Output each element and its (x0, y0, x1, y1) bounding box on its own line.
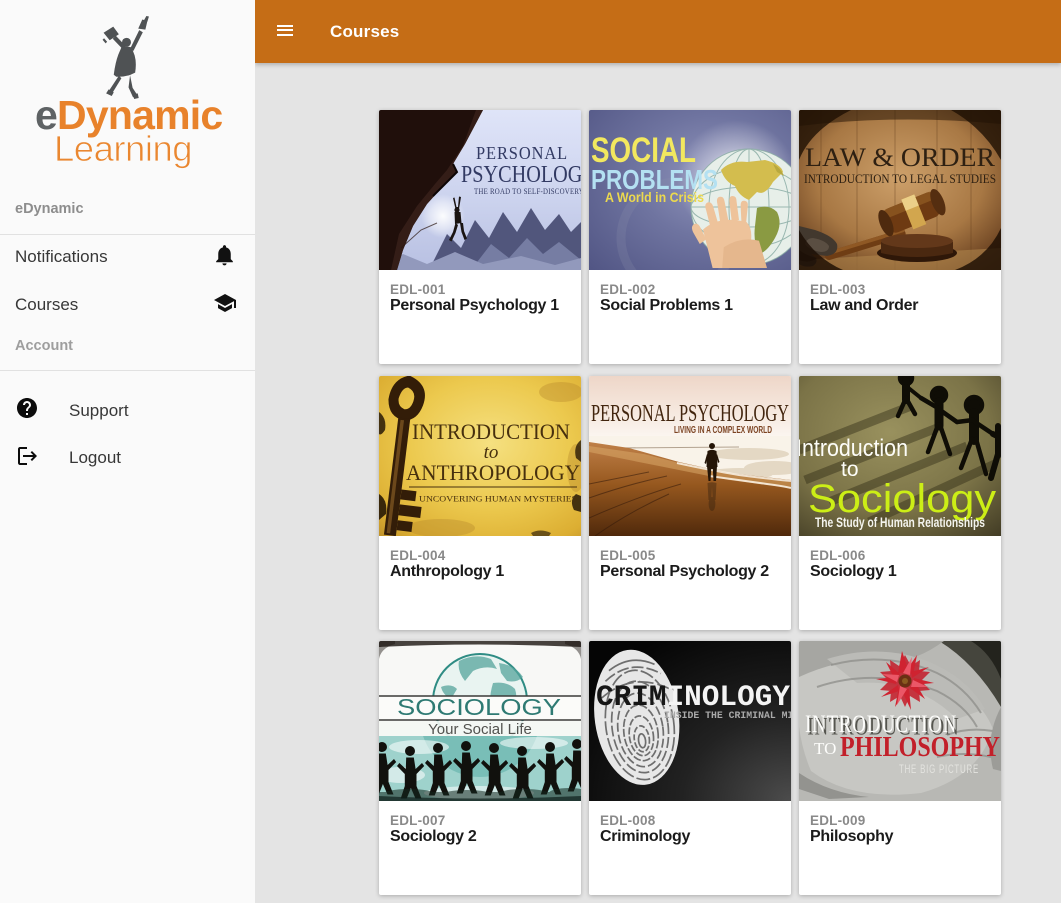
svg-text:INSIDE THE CRIMINAL MIND: INSIDE THE CRIMINAL MIND (664, 710, 791, 721)
svg-text:PSYCHOLOGY: PSYCHOLOGY (461, 162, 581, 188)
svg-text:The Study of Human Relationshi: The Study of Human Relationships (815, 515, 985, 530)
svg-text:THE BIG PICTURE: THE BIG PICTURE (899, 762, 979, 776)
svg-text:LIVING IN A COMPLEX WORLD: LIVING IN A COMPLEX WORLD (674, 425, 772, 436)
svg-text:INTRODUCTION: INTRODUCTION (412, 419, 570, 444)
svg-text:PERSONAL PSYCHOLOGY: PERSONAL PSYCHOLOGY (591, 401, 789, 427)
svg-text:UNCOVERING HUMAN MYSTERIES: UNCOVERING HUMAN MYSTERIES (419, 495, 577, 504)
svg-text:THE ROAD TO SELF-DISCOVERY: THE ROAD TO SELF-DISCOVERY (474, 187, 581, 196)
svg-text:SOCIOLOGY: SOCIOLOGY (397, 694, 561, 720)
svg-text:ANTHROPOLOGY: ANTHROPOLOGY (406, 460, 580, 485)
svg-text:Your Social Life: Your Social Life (428, 721, 532, 738)
svg-text:TO: TO (814, 739, 836, 758)
svg-text:A World in Crisis: A World in Crisis (605, 190, 704, 205)
svg-text:PERSONAL: PERSONAL (476, 143, 568, 163)
svg-text:LAW & ORDER: LAW & ORDER (805, 143, 996, 172)
svg-text:PHILOSOPHY: PHILOSOPHY (840, 732, 1000, 763)
svg-text:INTRODUCTION TO LEGAL STUDIES: INTRODUCTION TO LEGAL STUDIES (804, 171, 996, 186)
